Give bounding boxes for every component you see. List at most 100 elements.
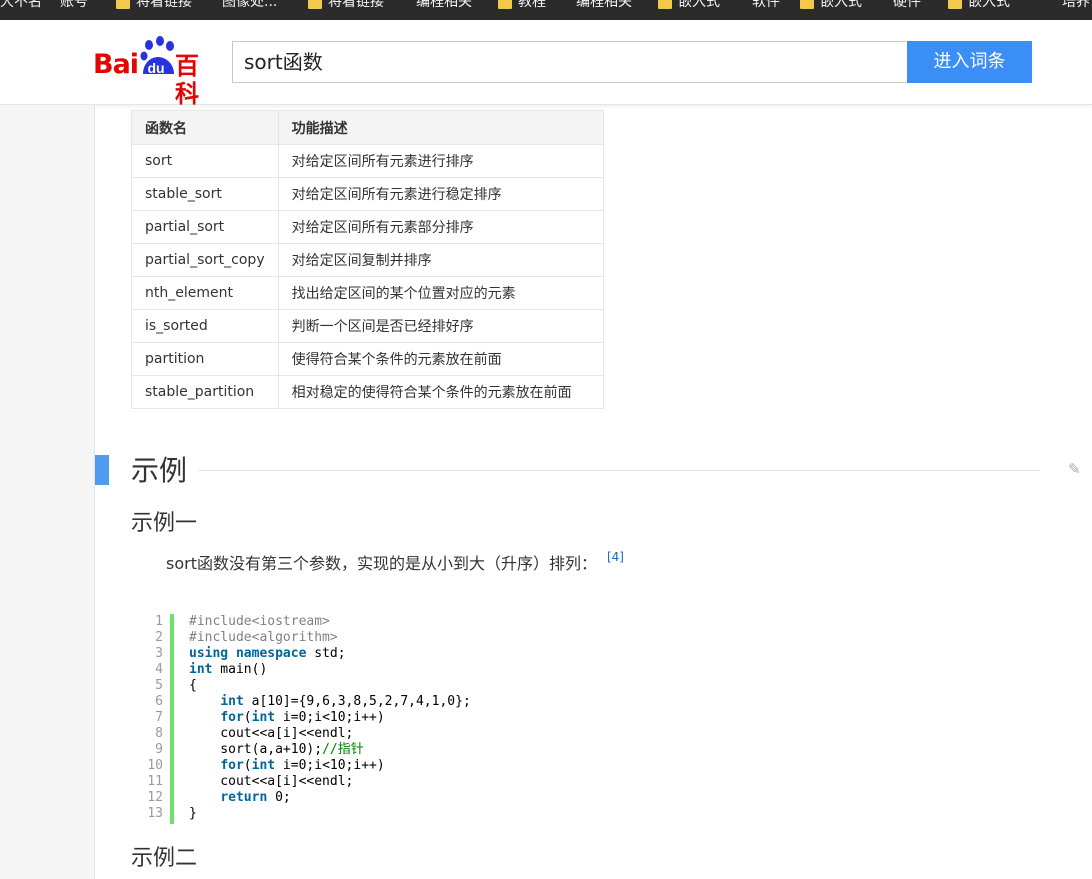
bookmark-label: 账号 [60,0,88,10]
example1-title: 示例一 [131,511,198,536]
folder-icon [948,0,962,9]
folder-icon [116,0,130,9]
line-number: 12 [147,790,163,805]
bookmark-item[interactable]: 硬件 [893,0,921,20]
bookmark-label: 嵌入式 [968,0,1010,10]
example1-description: sort函数没有第三个参数，实现的是从小到大（升序）排列： [4] [166,550,624,577]
table-header-desc: 功能描述 [277,110,604,145]
bookmark-label: 软件 [752,0,780,10]
line-number: 7 [155,710,163,725]
line-number: 10 [147,758,163,773]
enter-entry-button[interactable]: 进入词条 [907,41,1032,83]
function-name-cell: stable_partition [131,375,279,409]
bookmark-item[interactable]: 嵌入式 [800,0,862,20]
bookmark-item[interactable]: 嵌入式 [658,0,720,20]
function-name-cell: partial_sort [131,210,279,244]
section-title: 示例 [131,454,188,487]
code-block: 1 2 3 4 5 6 7 8 9 10 11 12 13 #include<iostream> #inc… [140,614,1040,824]
logo-du-text: du [147,60,165,76]
code-line: cout<<a[i]<<endl; [189,774,354,789]
function-name-cell: sort [131,144,279,178]
code-content[interactable]: #include<iostream> #include<algorithm> usi… [189,614,471,822]
folder-icon [800,0,814,9]
function-desc-cell: 找出给定区间的某个位置对应的元素 [277,276,604,310]
table-header-row: 函数名 功能描述 [131,110,604,145]
table-row: nth_element 找出给定区间的某个位置对应的元素 [131,276,604,310]
bookmark-label: 图像处... [222,0,278,10]
line-number: 3 [155,646,163,661]
function-name-cell: stable_sort [131,177,279,211]
function-desc-cell: 相对稳定的使得符合某个条件的元素放在前面 [277,375,604,409]
function-table: 函数名 功能描述 sort 对给定区间所有元素进行排序 stable_sort 对给定… [131,110,604,409]
reference-link[interactable]: [4] [607,550,624,564]
table-row: sort 对给定区间所有元素进行排序 [131,144,604,178]
code-line: using namespace std; [189,646,346,661]
example2-title: 示例二 [131,846,198,871]
line-number: 9 [155,742,163,757]
code-line: return 0; [220,790,291,805]
code-line: for(int i=0;i<10;i++) [220,710,385,725]
bookmark-label: 嵌入式 [820,0,862,10]
bookmarks-bar: 大不名 账号 将看链接 图像处... 将看链接 编程相关 教程 编程相关 嵌入式 软件 嵌入式 硬件 嵌… [0,0,1092,20]
code-line: #include<iostream> [189,614,330,629]
function-name-cell: is_sorted [131,309,279,343]
code-line: for(int i=0;i<10;i++) [220,758,385,773]
section-marker [95,455,109,485]
example1-text: sort函数没有第三个参数，实现的是从小到大（升序）排列： [166,554,597,573]
section-divider [198,470,1040,471]
bookmark-item[interactable]: 大不名 [0,0,42,20]
bookmark-item[interactable]: 教程 [498,0,546,20]
folder-icon [308,0,322,9]
table-row: is_sorted 判断一个区间是否已经排好序 [131,309,604,343]
function-name-cell: partial_sort_copy [131,243,279,277]
function-desc-cell: 对给定区间所有元素进行稳定排序 [277,177,604,211]
bookmark-label: 将看链接 [136,0,192,10]
bookmark-item[interactable]: 图像处... [222,0,277,20]
function-desc-cell: 对给定区间复制并排序 [277,243,604,277]
function-desc-cell: 判断一个区间是否已经排好序 [277,309,604,343]
line-number: 11 [147,774,163,789]
code-line: #include<algorithm> [189,630,338,645]
code-line: int main() [189,662,268,677]
code-line: } [189,806,197,821]
function-desc-cell: 使得符合某个条件的元素放在前面 [277,342,604,376]
folder-icon [658,0,672,9]
table-row: stable_sort 对给定区间所有元素进行稳定排序 [131,177,604,211]
table-row: partial_sort 对给定区间所有元素部分排序 [131,210,604,244]
bookmark-label: 将看链接 [328,0,384,10]
code-gutter-bar [170,614,174,824]
line-number: 2 [155,630,163,645]
bookmark-label: 教程 [518,0,546,10]
table-row: stable_partition 相对稳定的使得符合某个条件的元素放在前面 [131,375,604,409]
bookmark-item[interactable]: 软件 [752,0,780,20]
search-input[interactable]: sort函数 [232,41,906,83]
bookmark-item[interactable]: 嵌入式 [948,0,1010,20]
folder-icon [498,0,512,9]
baidu-baike-logo[interactable]: Bai du 百科 [93,36,221,108]
bookmark-label: 编程相关 [416,0,472,10]
table-row: partial_sort_copy 对给定区间复制并排序 [131,243,604,277]
line-number: 6 [155,694,163,709]
function-name-cell: nth_element [131,276,279,310]
table-row: partition 使得符合某个条件的元素放在前面 [131,342,604,376]
bookmark-item[interactable]: 将看链接 [308,0,384,20]
line-number: 8 [155,726,163,741]
code-line: { [189,678,197,693]
left-margin [0,105,95,879]
code-line: int a[10]={9,6,3,8,5,2,7,4,1,0}; [220,694,471,709]
bookmark-item[interactable]: 培养自己开放 [1062,0,1092,20]
line-number: 1 [155,614,163,629]
bookmark-item[interactable]: 将看链接 [116,0,192,20]
bookmark-label: 大不名 [0,0,42,10]
code-line: cout<<a[i]<<endl; [189,726,354,741]
bookmark-item[interactable]: 编程相关 [576,0,632,20]
code-line-numbers: 1 2 3 4 5 6 7 8 9 10 11 12 13 [140,614,163,822]
bookmark-item[interactable]: 编程相关 [416,0,472,20]
bookmark-item[interactable]: 账号 [60,0,88,20]
edit-icon[interactable]: ✎ [1068,460,1092,480]
line-number: 13 [147,806,163,821]
logo-bai-text: Bai [93,49,139,80]
bookmark-label: 编程相关 [576,0,632,10]
code-line: sort(a,a+10);//指针 [189,742,364,757]
logo-baike-text: 百科 [175,52,200,108]
